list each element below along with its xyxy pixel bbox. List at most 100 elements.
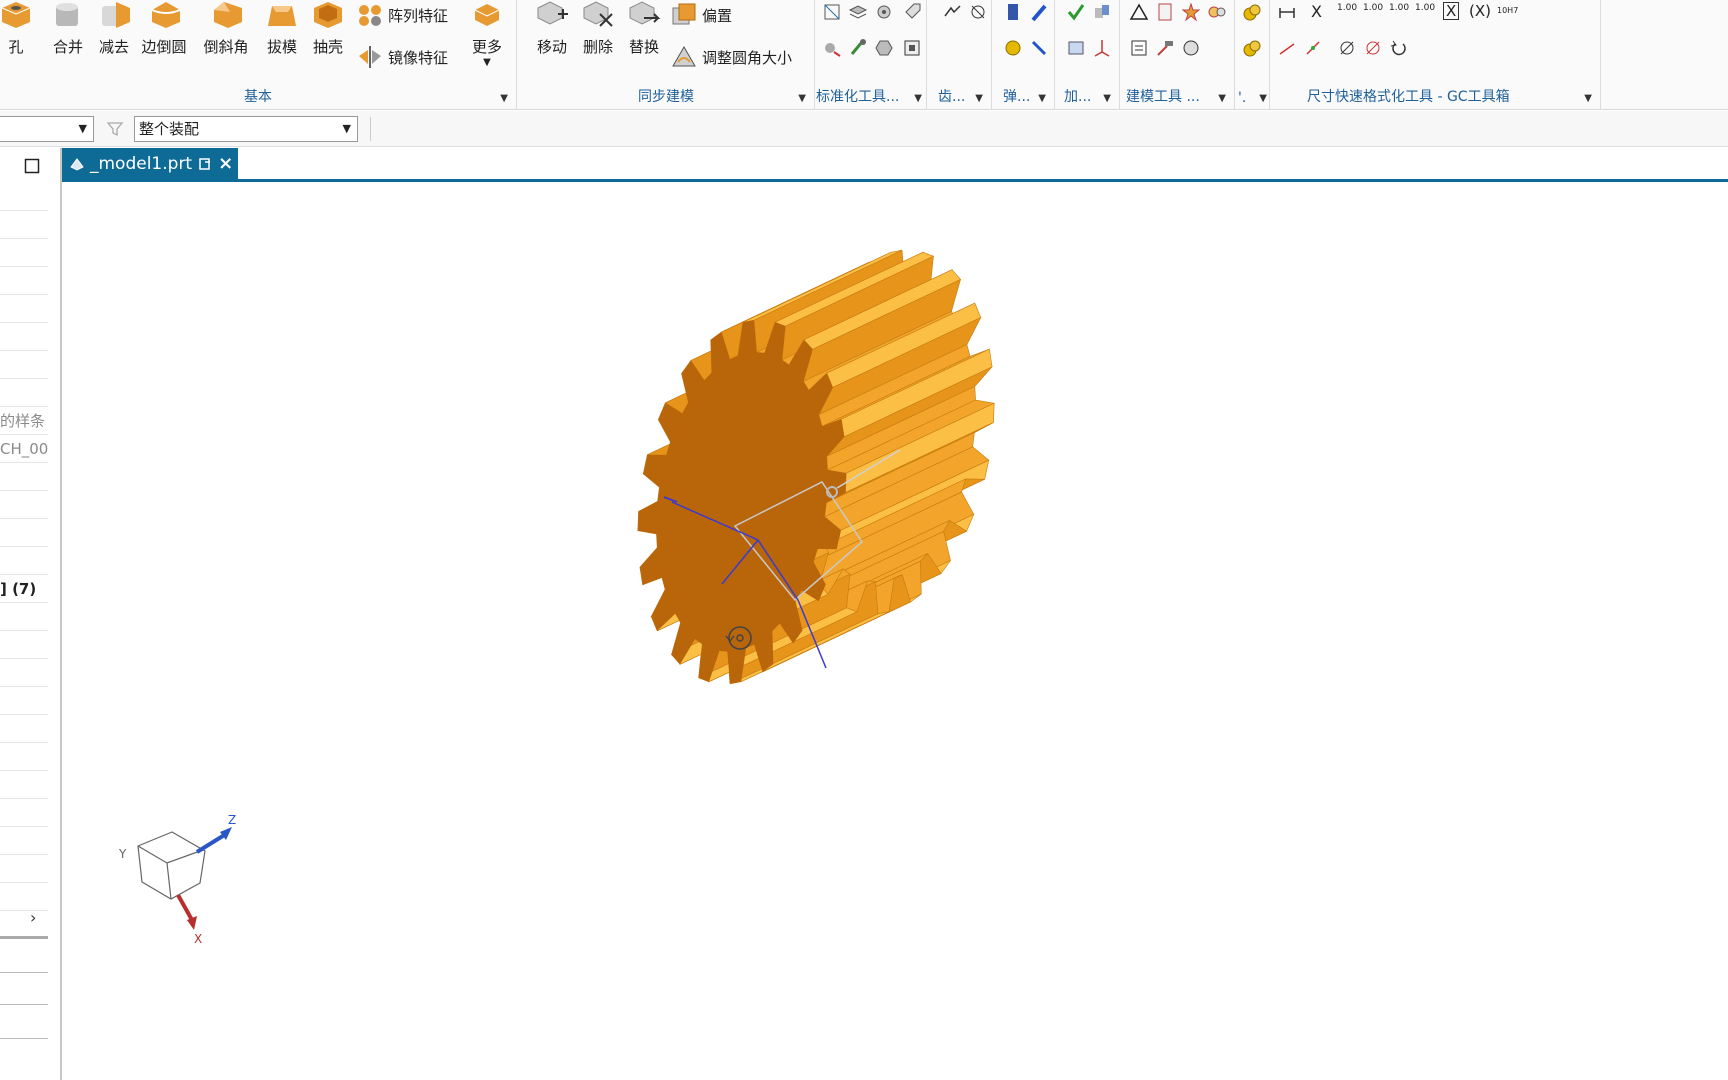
sheet-icon[interactable] [1129,38,1149,58]
surface-icon[interactable] [1207,2,1227,22]
mirror-feature-button[interactable]: 镜像特征 [356,44,448,70]
navigator-row[interactable] [0,772,48,799]
panel-splitter[interactable] [0,936,48,939]
navigator-row[interactable] [0,352,48,379]
navigator-row[interactable] [0,744,48,771]
dim-tol-1-button[interactable]: 1.00 [1337,4,1357,13]
navigator-row[interactable] [0,604,48,631]
dim-red-line-icon[interactable] [1277,38,1297,58]
group-misc-expand-icon[interactable]: ▼ [1259,93,1267,104]
navigator-row[interactable] [0,828,48,855]
group-gc-expand-icon[interactable]: ▼ [1584,93,1592,104]
navigator-row[interactable] [0,856,48,883]
undo-icon[interactable] [1389,38,1409,58]
navigator-row[interactable] [0,268,48,295]
triangle-icon[interactable] [1129,2,1149,22]
fit-tolerance-icon[interactable] [1181,38,1201,58]
dim-tol-3-button[interactable]: 1.00 [1389,4,1409,13]
navigator-row[interactable] [0,548,48,575]
graphics-viewport[interactable]: Z Y X [62,182,1728,1080]
dim-paren-x-button[interactable]: (X) [1469,2,1491,20]
gear-helical-icon[interactable] [968,2,988,22]
diameter-red-icon[interactable] [1363,38,1383,58]
diameter-icon[interactable] [1337,38,1357,58]
navigator-row[interactable] [0,184,48,211]
chamfer-button[interactable]: 倒斜角 [203,0,250,57]
dim-angle-icon[interactable] [1303,38,1323,58]
draft-button[interactable]: 拔模 [260,0,304,57]
navigator-row[interactable] [0,464,48,491]
standard-part-icon[interactable] [822,2,842,22]
type-filter-combo[interactable]: ▼ [0,116,94,142]
spring-cylinder-icon[interactable] [1003,2,1023,22]
tag-icon[interactable] [902,2,922,22]
group-sync-expand-icon[interactable]: ▼ [798,93,806,104]
coins-stack-icon[interactable] [1242,38,1262,58]
check-icon[interactable] [1066,2,1086,22]
navigator-row[interactable]: ] (7) [0,576,48,603]
dim-fit-button[interactable]: 10H7 [1497,6,1518,15]
block-icon[interactable] [902,38,922,58]
move-face-button[interactable]: 移动 [530,0,574,57]
navigator-row[interactable] [0,688,48,715]
delete-face-button[interactable]: 删除 [576,0,620,57]
edge-blend-button[interactable]: 边倒圆 [141,0,188,57]
axis-icon[interactable] [1092,38,1112,58]
book-icon[interactable] [1155,2,1175,22]
star-shape-icon[interactable] [1181,2,1201,22]
navigator-row[interactable] [0,212,48,239]
navigator-row[interactable] [0,716,48,743]
navigator-row[interactable] [0,296,48,323]
navigator-row[interactable] [0,492,48,519]
group-gear-expand-icon[interactable]: ▼ [975,93,983,104]
dim-tol-2-button[interactable]: 1.00 [1363,4,1383,13]
dim-box-x-button[interactable]: X [1443,2,1460,20]
group-machining-expand-icon[interactable]: ▼ [1103,93,1111,104]
resize-blend-button[interactable]: 调整圆角大小 [670,44,792,70]
bolt-icon[interactable] [848,38,868,58]
close-tab-icon[interactable]: × [218,153,233,174]
navigator-row[interactable] [0,240,48,267]
selection-scope-combo[interactable]: 整个装配 ▼ [134,116,358,142]
navigator-row[interactable] [0,660,48,687]
document-tab[interactable]: _model1.prt × [62,148,238,179]
filter-icon[interactable] [106,120,124,138]
helical-gear-model[interactable]: Z Y X [62,182,1728,1080]
gear-spur-icon[interactable] [942,2,962,22]
group-standard-expand-icon[interactable]: ▼ [914,93,922,104]
group-modeling-expand-icon[interactable]: ▼ [1218,93,1226,104]
spring-tool-icon[interactable] [1029,38,1049,58]
offset-region-button[interactable]: 偏置 [670,2,732,28]
navigator-row[interactable] [0,800,48,827]
dim-x-button[interactable]: X [1311,2,1322,21]
spring-pen-icon[interactable] [1029,2,1049,22]
nut-icon[interactable] [874,38,894,58]
assembly-icon[interactable] [1092,2,1112,22]
dimension-icon[interactable] [1277,2,1297,22]
layer-stack-icon[interactable] [848,2,868,22]
spring-coin-icon[interactable] [1003,38,1023,58]
navigator-row[interactable]: CH_00 [0,436,48,463]
group-spring-expand-icon[interactable]: ▼ [1038,93,1046,104]
maximize-icon[interactable] [24,158,40,174]
more-button[interactable]: 更多 ▼ [465,0,509,68]
scroll-right-icon[interactable]: › [30,908,36,927]
hole-button[interactable]: 孔 [0,0,38,57]
navigator-row[interactable] [0,520,48,547]
view-triad[interactable]: Z Y X [118,813,236,946]
component-icon[interactable] [874,2,894,22]
group-basic-expand-icon[interactable]: ▼ [500,93,508,104]
subtract-button[interactable]: 减去 [92,0,136,57]
dim-tol-4-button[interactable]: 1.00 [1415,4,1435,13]
navigator-row[interactable] [0,324,48,351]
pattern-feature-button[interactable]: 阵列特征 [356,2,448,28]
fastener-icon[interactable] [822,38,842,58]
navigator-row[interactable] [0,884,48,911]
navigator-row[interactable] [0,632,48,659]
hammer-icon[interactable] [1155,38,1175,58]
unite-button[interactable]: 合并 [46,0,90,57]
navigator-row[interactable] [0,380,48,407]
coins-icon[interactable] [1242,2,1262,22]
shell-button[interactable]: 抽壳 [306,0,350,57]
fixture-icon[interactable] [1066,38,1086,58]
